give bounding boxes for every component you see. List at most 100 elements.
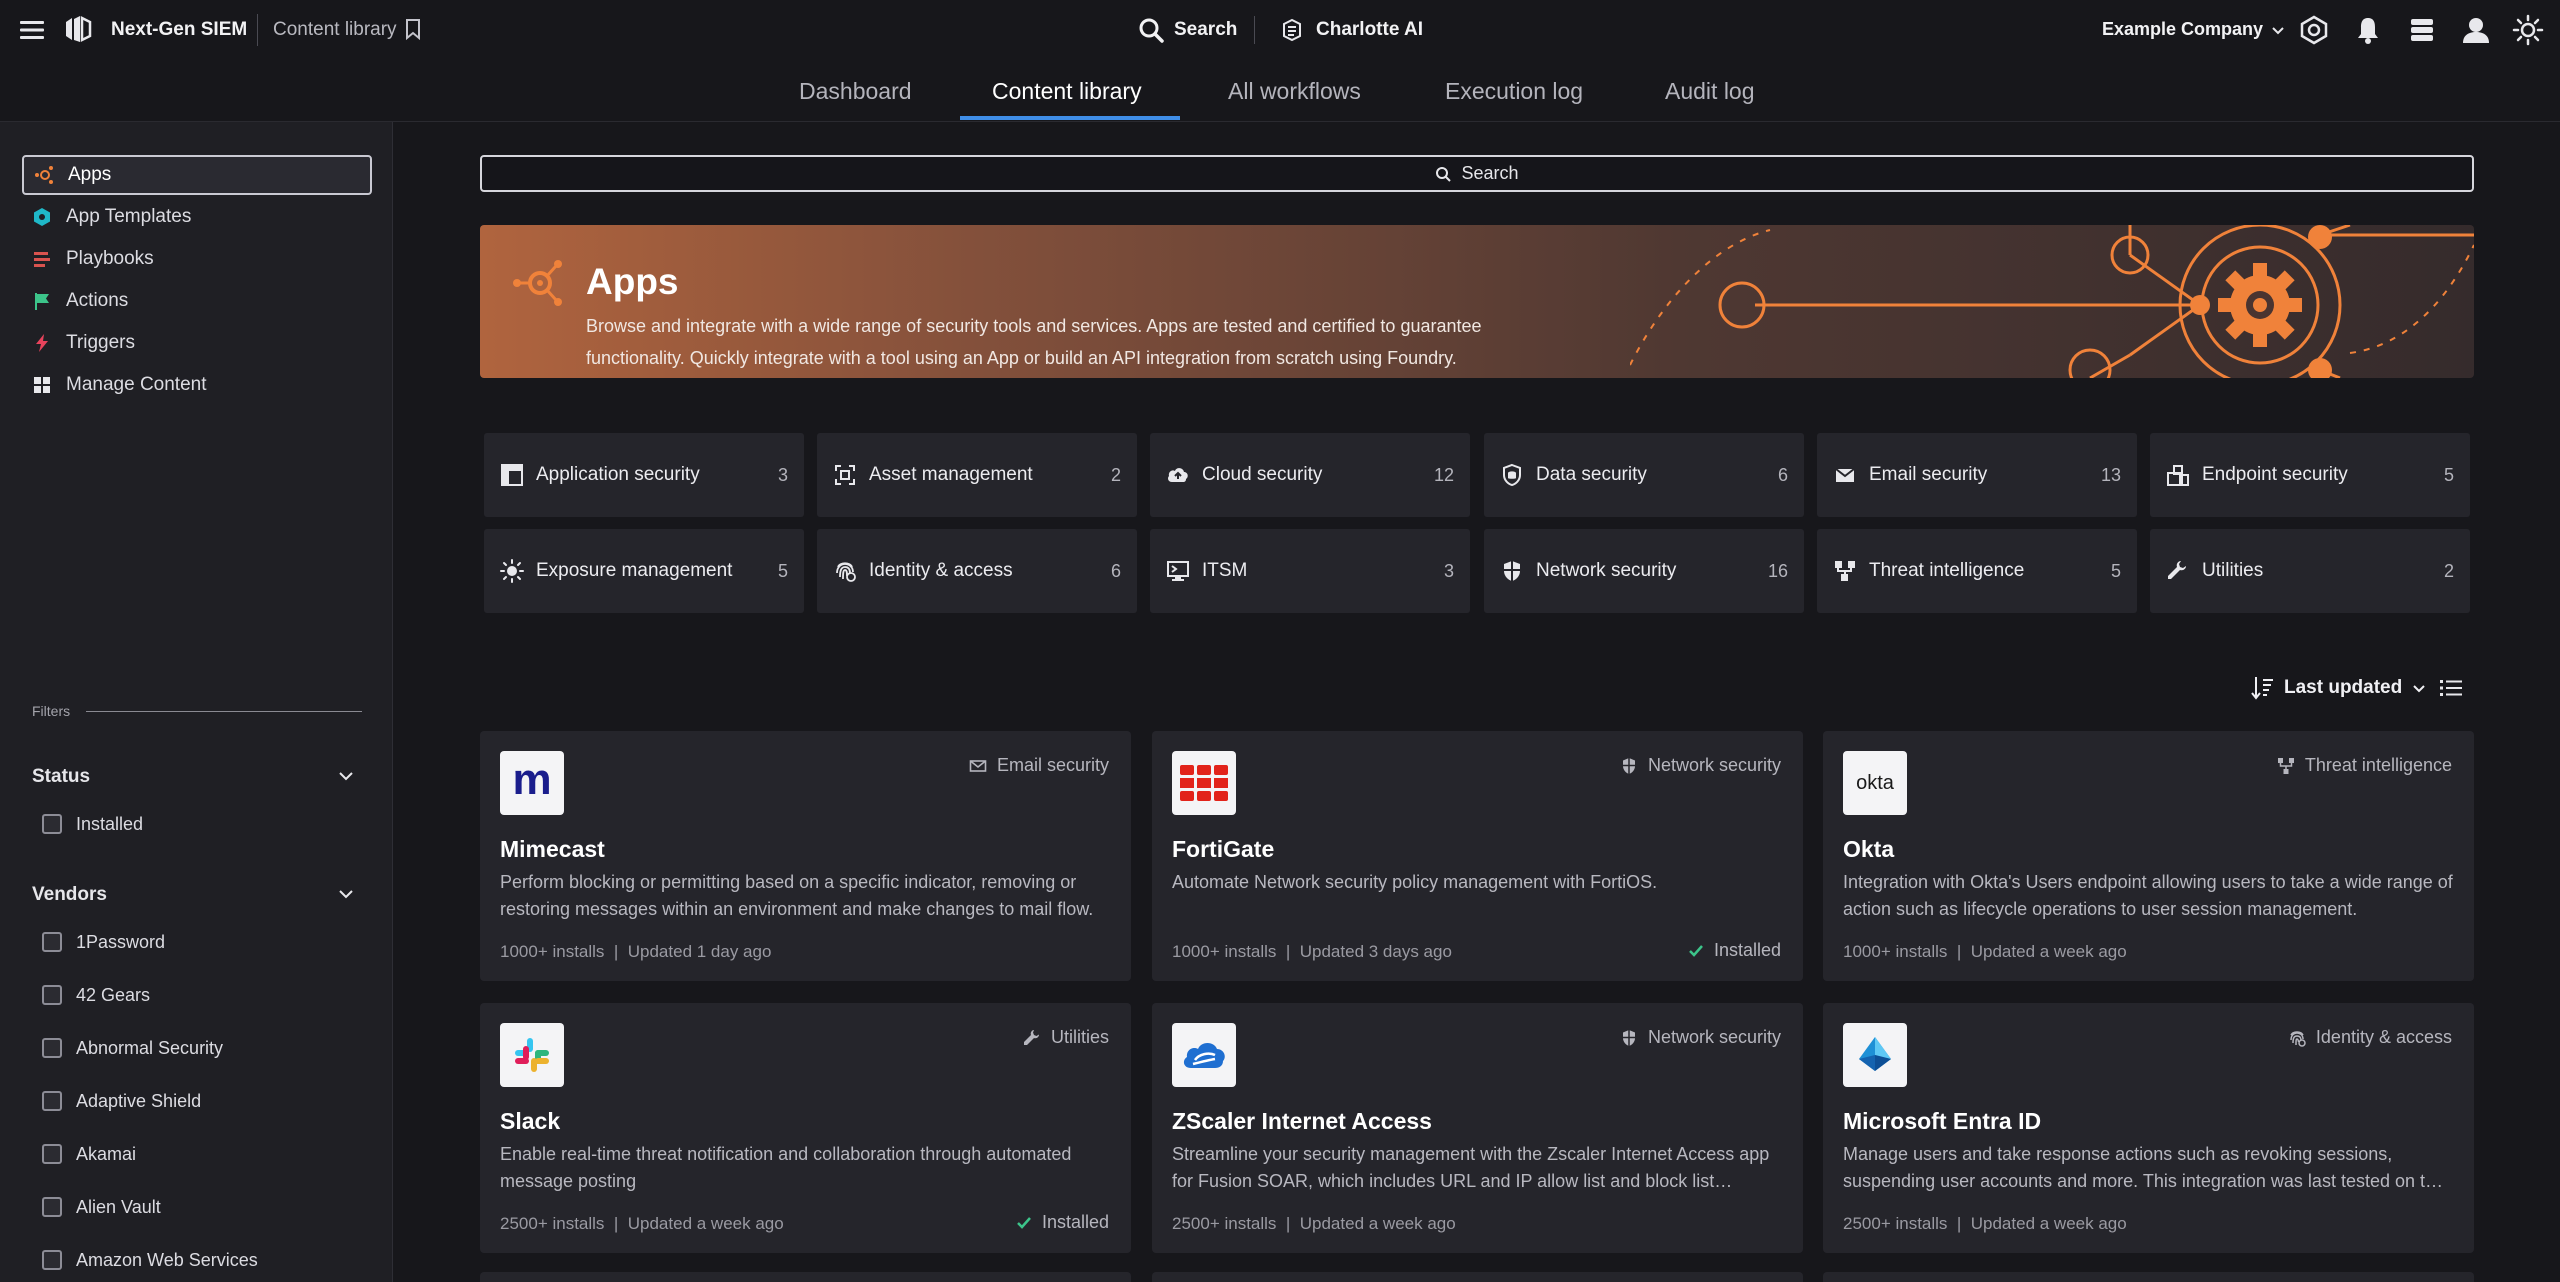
checkbox[interactable] — [42, 985, 62, 1005]
category-cloud-security[interactable]: Cloud security 12 — [1150, 433, 1470, 517]
category-application-security[interactable]: Application security 3 — [484, 433, 804, 517]
app-card-okta[interactable]: okta Threat intelligence Okta Integratio… — [1823, 731, 2474, 981]
checkbox-label: Akamai — [76, 1143, 137, 1164]
global-search-button[interactable]: Search — [1138, 14, 1237, 46]
app-card-zscaler-internet-access[interactable]: Network security ZScaler Internet Access… — [1152, 1003, 1803, 1253]
card-description: Automate Network security policy managem… — [1172, 872, 1658, 892]
user-profile-icon[interactable] — [2460, 14, 2492, 46]
category-identity-access[interactable]: Identity & access 6 — [817, 529, 1137, 613]
checkbox-label: Installed — [76, 813, 144, 834]
category-utilities[interactable]: Utilities 2 — [2150, 529, 2470, 613]
theme-toggle-sun-icon[interactable] — [2512, 14, 2544, 46]
category-name: ITSM — [1202, 560, 1248, 581]
card-category-tag: Network security — [1620, 1027, 1781, 1048]
card-installs: 1000+ installs — [1172, 942, 1277, 961]
app-card-partial[interactable] — [480, 1272, 1131, 1282]
search-icon — [1139, 18, 1164, 43]
checkmark-icon — [1017, 1216, 1031, 1229]
card-meta: 1000+ installs | Updated a week ago — [1843, 942, 2127, 961]
sidebar-item-app-templates[interactable]: App Templates — [22, 197, 372, 237]
tab-audit-log[interactable]: Audit log — [1665, 78, 1755, 105]
card-title: Slack — [500, 1108, 561, 1134]
checkbox[interactable] — [42, 1091, 62, 1111]
nav-tabs: Dashboard Content library All workflows … — [0, 60, 2560, 122]
vendor-checkbox-1password[interactable]: 1Password — [42, 930, 165, 954]
checkbox[interactable] — [42, 1197, 62, 1217]
app-card-fortigate[interactable]: Network security FortiGate Automate Netw… — [1152, 731, 1803, 981]
card-description: Perform blocking or permitting based on … — [500, 872, 1094, 919]
category-count: 3 — [777, 464, 788, 485]
content-search-input[interactable]: Search — [480, 155, 2474, 192]
chevron-down-icon[interactable] — [336, 884, 356, 904]
checkmark-icon — [1689, 944, 1703, 957]
app-card-slack[interactable]: Utilities Slack Enable real-time threat … — [480, 1003, 1131, 1253]
monitor-icon — [1167, 561, 1189, 581]
vendor-checkbox-alien-vault[interactable]: Alien Vault — [42, 1195, 161, 1219]
vendor-checkbox-42-gears[interactable]: 42 Gears — [42, 983, 150, 1007]
vendor-checkbox-abnormal-security[interactable]: Abnormal Security — [42, 1036, 223, 1060]
category-count: 5 — [777, 560, 788, 581]
category-network-security[interactable]: Network security 16 — [1484, 529, 1804, 613]
support-icon[interactable] — [2298, 14, 2330, 46]
cloud-icon — [1168, 468, 1188, 482]
card-installs: 2500+ installs — [500, 1214, 605, 1233]
falcon-logo-icon[interactable] — [62, 14, 94, 46]
search-label: Search — [1174, 19, 1238, 40]
menu-icon[interactable] — [18, 16, 46, 44]
chevron-down-icon[interactable] — [336, 766, 356, 786]
tasks-icon[interactable] — [2406, 14, 2438, 46]
tab-content-library[interactable]: Content library — [992, 78, 1142, 105]
tab-execution-log[interactable]: Execution log — [1445, 78, 1583, 105]
category-itsm[interactable]: ITSM 3 — [1150, 529, 1470, 613]
chevron-down-icon — [2413, 685, 2425, 693]
status-installed-checkbox[interactable]: Installed — [42, 812, 143, 836]
category-email-security[interactable]: Email security 13 — [1817, 433, 2137, 517]
card-meta: 2500+ installs | Updated a week ago — [1172, 1214, 1456, 1233]
sidebar-item-actions[interactable]: Actions — [22, 281, 372, 321]
card-installs: 2500+ installs — [1843, 1214, 1948, 1233]
category-threat-intelligence[interactable]: Threat intelligence 5 — [1817, 529, 2137, 613]
playbooks-icon — [34, 252, 50, 267]
checkbox[interactable] — [42, 932, 62, 952]
category-asset-management[interactable]: Asset management 2 — [817, 433, 1137, 517]
vendor-checkbox-amazon-web-services[interactable]: Amazon Web Services — [42, 1248, 258, 1272]
checkbox[interactable] — [42, 814, 62, 834]
shield-icon — [1504, 561, 1520, 581]
vendor-checkbox-adaptive-shield[interactable]: Adaptive Shield — [42, 1089, 201, 1113]
sidebar-item-triggers[interactable]: Triggers — [22, 323, 372, 363]
sidebar-item-label: Playbooks — [66, 248, 154, 269]
category-count: 16 — [1767, 560, 1788, 581]
vendor-checkbox-akamai[interactable]: Akamai — [42, 1142, 136, 1166]
checkbox-label: Alien Vault — [76, 1196, 161, 1217]
card-description: Manage users and take response actions s… — [1843, 1144, 2446, 1191]
checkbox[interactable] — [42, 1038, 62, 1058]
tab-dashboard[interactable]: Dashboard — [799, 78, 912, 105]
sidebar-item-apps[interactable]: Apps — [22, 155, 372, 195]
company-selector[interactable]: Example Company — [2102, 19, 2285, 40]
category-name: Cloud security — [1202, 464, 1323, 485]
charlotte-ai-button[interactable]: Charlotte AI — [1280, 14, 1423, 46]
shield-data-icon — [1503, 463, 1521, 487]
checkbox[interactable] — [42, 1250, 62, 1270]
list-view-icon[interactable] — [2440, 678, 2462, 698]
sidebar-item-manage-content[interactable]: Manage Content — [22, 365, 372, 405]
sidebar-item-playbooks[interactable]: Playbooks — [22, 239, 372, 279]
category-name: Utilities — [2202, 560, 2264, 581]
notifications-bell-icon[interactable] — [2352, 14, 2384, 46]
fingerprint-icon — [2290, 1030, 2306, 1047]
breadcrumb[interactable]: Content library — [273, 19, 397, 41]
sort-dropdown[interactable]: Last updated — [2250, 674, 2426, 702]
category-endpoint-security[interactable]: Endpoint security 5 — [2150, 433, 2470, 517]
app-card-partial[interactable] — [1152, 1272, 1803, 1282]
checkbox[interactable] — [42, 1144, 62, 1164]
bookmark-icon[interactable] — [404, 18, 422, 40]
network-icon — [1835, 561, 1855, 581]
app-card-mimecast[interactable]: m Email security Mimecast Perform blocki… — [480, 731, 1131, 981]
app-card-microsoft-entra-id[interactable]: Identity & access Microsoft Entra ID Man… — [1823, 1003, 2474, 1253]
category-exposure-management[interactable]: Exposure management 5 — [484, 529, 804, 613]
tab-all-workflows[interactable]: All workflows — [1228, 78, 1361, 105]
app-card-partial[interactable] — [1823, 1272, 2474, 1282]
zscaler-logo — [1172, 1023, 1236, 1087]
sidebar-item-label: Manage Content — [66, 374, 207, 395]
category-data-security[interactable]: Data security 6 — [1484, 433, 1804, 517]
